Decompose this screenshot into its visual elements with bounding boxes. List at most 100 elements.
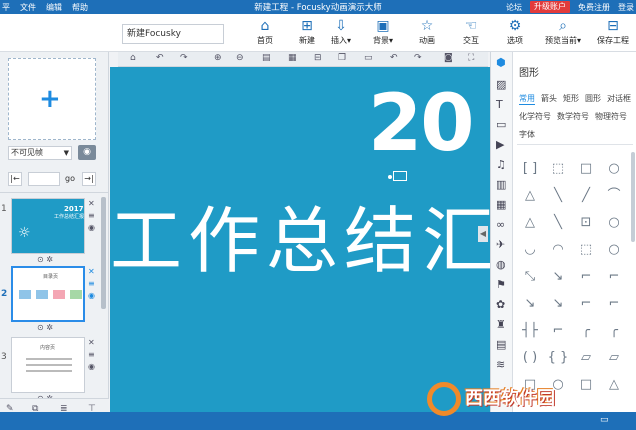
text-icon[interactable]: T [496,98,503,111]
category-dialog[interactable]: 对话框 [607,93,631,104]
duplicate-icon[interactable]: ❐ [338,53,346,63]
fullscreen-icon[interactable]: ⛶ [468,53,474,63]
shape-item[interactable]: ▱ [575,347,597,369]
shape-item[interactable]: ⌐ [547,320,569,342]
home-button[interactable]: ⌂ 首页 [242,17,288,50]
shape-item[interactable]: ↘ [519,293,541,315]
interaction-button[interactable]: ☜ 交互 [448,17,494,50]
shape-item[interactable]: ◠ [547,239,569,261]
category-rect[interactable]: 矩形 [563,93,579,104]
shape-item[interactable]: ╱ [575,185,597,207]
category-font[interactable]: 字体 [519,129,535,140]
grid-icon[interactable]: ▦ [288,53,297,63]
shape-item[interactable]: △ [519,212,541,234]
collapse-panel-button[interactable]: ◀ [478,226,488,242]
animation-button[interactable]: ☆ 动画 [404,17,450,50]
rotate-right-icon[interactable]: ↷ [180,53,188,63]
shape-item[interactable]: △ [519,185,541,207]
folder-icon[interactable]: ▤ [496,338,506,351]
thumb-side-controls[interactable]: ✕ ≡ ◉ [88,198,95,234]
frame-thumbnail-1[interactable]: 2017 工作总结汇报 ☼ [11,198,85,254]
symbol-icon[interactable]: ✿ [496,298,505,311]
layers-icon[interactable]: ≋ [496,358,505,371]
category-common[interactable]: 常用 [519,93,535,105]
shape-item[interactable]: ⌐ [575,266,597,288]
last-frame-icon[interactable]: →| [82,172,96,186]
shape-item[interactable]: { } [547,347,569,369]
options-button[interactable]: ⚙ 选项 [492,17,538,50]
resize-handle[interactable] [388,175,392,179]
shape-item[interactable]: ╲ [547,212,569,234]
shape-item[interactable]: ⌒ [603,185,625,207]
screenshot-icon[interactable]: ◙ [444,53,453,63]
shape-item[interactable]: ╲ [547,185,569,207]
category-arrow[interactable]: 箭头 [541,93,557,104]
camera-icon[interactable]: ◉ [78,145,96,160]
slide-canvas[interactable]: 20 工作总结汇 [110,67,490,412]
shapes-icon[interactable]: ⬢ [496,56,506,69]
shape-item[interactable]: ⊡ [575,212,597,234]
shape-item[interactable]: ○ [603,212,625,234]
first-frame-icon[interactable]: |← [8,172,22,186]
category-physics[interactable]: 物理符号 [595,111,627,122]
background-button[interactable]: ▣ 背景▾ [360,17,406,50]
slide-icon[interactable]: ▭ [496,118,506,131]
rotate-left-icon[interactable]: ↶ [156,53,164,63]
thumb-controls[interactable]: ⊙ ✲ [37,255,53,264]
shape-item[interactable]: ⤡ [519,266,541,288]
shape-item[interactable]: ▱ [603,347,625,369]
shape-item[interactable]: ⌐ [603,266,625,288]
pin-icon[interactable]: ⚑ [496,278,506,291]
shape-item[interactable]: ┤├ [519,320,541,342]
shirt-icon[interactable]: ♜ [496,318,506,331]
slide-title-text[interactable]: 工作总结汇 [110,199,490,283]
shape-item[interactable]: ╭ [603,320,625,342]
undo-icon[interactable]: ↶ [390,53,398,63]
forum-link[interactable]: 论坛 [506,2,522,13]
shape-item[interactable]: ↘ [547,293,569,315]
menu-file[interactable]: 文件 [20,2,36,13]
group-icon[interactable]: ▭ [364,53,373,63]
category-circle[interactable]: 圆形 [585,93,601,104]
frames-scrollbar[interactable] [101,197,106,309]
thumb-side-controls[interactable]: ✕ ≡ ◉ [88,337,95,373]
compass-icon[interactable]: ◍ [496,258,506,271]
insert-button[interactable]: ⇩ 插入▾ [318,17,364,50]
plane-icon[interactable]: ✈ [496,238,505,251]
preview-button[interactable]: ⌕ 预览当前▾ [540,17,586,50]
shapes-scrollbar[interactable] [631,152,635,242]
shape-item[interactable]: ⬚ [575,239,597,261]
save-button[interactable]: ⊟ 保存工程 [590,17,636,50]
menu-edit[interactable]: 编辑 [46,2,62,13]
shape-item[interactable]: □ [575,158,597,180]
video-icon[interactable]: ▶ [496,138,504,151]
login-link[interactable]: 登录 [618,2,634,13]
frame-thumbnail-3[interactable]: 内容页 [11,337,85,393]
category-chemistry[interactable]: 化学符号 [519,111,551,122]
align-icon[interactable]: ⊟ [314,53,322,63]
thumb-controls[interactable]: ⊙ ✲ [37,323,53,332]
add-frame-button[interactable]: + [8,58,96,140]
project-name-input[interactable]: 新建Focusky [122,24,224,44]
frame-number-input[interactable] [28,172,60,186]
selection-handle[interactable] [393,171,407,181]
shape-item[interactable]: ○ [603,158,625,180]
go-button[interactable]: go [62,172,78,186]
shape-item[interactable]: ⌐ [575,293,597,315]
frame-mode-select[interactable]: 不可见帧 ▼ [8,146,72,160]
music-icon[interactable]: ♫ [496,158,506,171]
zoom-out-icon[interactable]: ⊖ [236,53,244,63]
shape-item[interactable]: ↘ [547,266,569,288]
home-view-icon[interactable]: ⌂ [130,53,136,63]
image-icon[interactable]: ▨ [496,78,506,91]
menu-help[interactable]: 帮助 [72,2,88,13]
zoom-in-icon[interactable]: ⊕ [214,53,222,63]
shape-item[interactable]: ⌐ [603,293,625,315]
shape-item[interactable]: ⬚ [547,158,569,180]
link-icon[interactable]: ∞ [496,218,505,231]
register-link[interactable]: 免费注册 [578,2,610,13]
shape-item[interactable]: ( ) [519,347,541,369]
lock-icon[interactable]: ▤ [262,53,271,63]
category-math[interactable]: 数学符号 [557,111,589,122]
shape-item[interactable]: ◡ [519,239,541,261]
